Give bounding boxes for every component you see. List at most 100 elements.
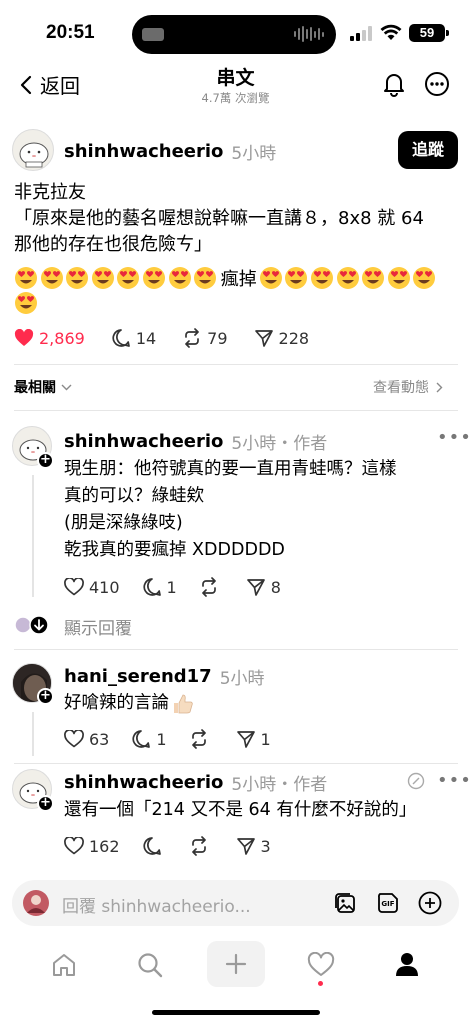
profile-icon[interactable] bbox=[393, 950, 421, 978]
bell-icon[interactable] bbox=[381, 71, 407, 97]
reply-username[interactable]: shinhwacheerio bbox=[64, 431, 223, 452]
add-circle-icon[interactable] bbox=[418, 891, 442, 915]
gallery-icon[interactable] bbox=[333, 891, 357, 915]
dynamic-island bbox=[132, 15, 336, 54]
emoji-row-2 bbox=[14, 291, 40, 315]
like-button[interactable]: 63 bbox=[64, 730, 109, 749]
share-button[interactable]: 8 bbox=[246, 577, 281, 597]
comment-count: 1 bbox=[156, 729, 167, 749]
more-options-icon[interactable] bbox=[424, 71, 450, 97]
reply-actions: 162 3 bbox=[64, 836, 293, 856]
share-button[interactable]: 228 bbox=[254, 328, 309, 348]
share-button[interactable]: 3 bbox=[236, 836, 271, 856]
avatar[interactable] bbox=[12, 129, 54, 171]
follow-plus-icon[interactable]: + bbox=[37, 452, 54, 469]
heart-eyes-emoji-icon bbox=[362, 267, 385, 289]
heart-eyes-emoji-icon bbox=[285, 267, 308, 289]
follow-plus-icon[interactable]: + bbox=[37, 688, 54, 705]
divider bbox=[14, 364, 458, 365]
gif-icon[interactable]: GIF bbox=[376, 891, 400, 915]
like-button[interactable]: 2,869 bbox=[14, 329, 85, 348]
reply-body: 現生朋：他符號真的要一直用青蛙嗎？這樣 真的可以？綠蛙欸 (朋是深綠綠吱) 乾我… bbox=[64, 456, 459, 564]
emoji-row: 瘋掉 bbox=[14, 265, 438, 291]
share-button[interactable]: 1 bbox=[236, 729, 271, 749]
show-replies-link[interactable]: 顯示回覆 bbox=[64, 614, 132, 639]
reply-meta: 5小時 bbox=[219, 669, 265, 689]
reply-input[interactable]: 回覆 shinhwacheerio... bbox=[62, 892, 251, 917]
divider bbox=[14, 649, 458, 650]
heart-eyes-emoji-icon bbox=[413, 267, 436, 289]
like-count: 63 bbox=[89, 729, 110, 749]
share-count: 3 bbox=[260, 836, 271, 856]
send-icon bbox=[236, 729, 256, 749]
emoji-word: 瘋掉 bbox=[220, 269, 257, 290]
follow-plus-icon[interactable]: + bbox=[37, 795, 54, 812]
like-count: 410 bbox=[89, 577, 120, 597]
repost-icon bbox=[199, 577, 219, 597]
reply-header: shinhwacheerio 5小時・作者 bbox=[64, 770, 327, 795]
comment-icon bbox=[142, 577, 162, 597]
my-avatar bbox=[22, 889, 50, 917]
comment-icon bbox=[142, 836, 162, 856]
reply-line: 真的可以？綠蛙欸 bbox=[64, 486, 204, 506]
reply-line: (朋是深綠綠吱) bbox=[64, 513, 183, 533]
repost-button[interactable]: 79 bbox=[182, 328, 228, 348]
heart-eyes-emoji-icon bbox=[66, 267, 89, 289]
recording-indicator-icon bbox=[142, 28, 164, 41]
like-count: 2,869 bbox=[39, 328, 85, 348]
divider bbox=[14, 763, 458, 764]
post-username[interactable]: shinhwacheerio bbox=[64, 141, 223, 162]
wifi-icon bbox=[380, 24, 402, 41]
like-button[interactable]: 410 bbox=[64, 578, 120, 597]
comment-button[interactable] bbox=[142, 836, 167, 856]
battery-icon: 59 bbox=[409, 24, 445, 42]
repost-button[interactable] bbox=[189, 836, 214, 856]
heart-eyes-emoji-icon bbox=[387, 267, 410, 289]
post-line: 那他的存在也很危險ㄘ」 bbox=[14, 234, 212, 255]
comment-button[interactable]: 1 bbox=[142, 577, 177, 597]
share-count: 1 bbox=[260, 729, 271, 749]
repost-button[interactable] bbox=[189, 729, 214, 749]
send-icon bbox=[254, 328, 274, 348]
heart-icon[interactable] bbox=[307, 952, 335, 978]
reply-meta: 5小時・作者 bbox=[231, 434, 328, 454]
reply-header: hani_serend17 5小時 bbox=[64, 664, 265, 689]
search-icon[interactable] bbox=[136, 951, 164, 979]
comment-button[interactable]: 14 bbox=[111, 328, 156, 348]
heart-eyes-emoji-icon bbox=[259, 267, 282, 289]
reply-avatars-stack bbox=[14, 615, 50, 635]
sort-label: 最相關 bbox=[14, 380, 56, 396]
thread-line bbox=[32, 712, 34, 756]
repost-count: 79 bbox=[207, 328, 228, 348]
heart-eyes-emoji-icon bbox=[310, 267, 333, 289]
post-line: 非克拉友 bbox=[14, 182, 86, 203]
like-count: 162 bbox=[89, 836, 120, 856]
heart-eyes-emoji-icon bbox=[117, 267, 140, 289]
thread-line bbox=[32, 475, 34, 597]
more-icon[interactable]: ••• bbox=[437, 770, 471, 791]
heart-eyes-emoji-icon bbox=[168, 267, 191, 289]
heart-icon bbox=[64, 578, 84, 596]
heart-eyes-emoji-icon bbox=[91, 267, 114, 289]
reply-username[interactable]: shinhwacheerio bbox=[64, 772, 223, 793]
reply-line: 乾我真的要瘋掉 XDDDDDD bbox=[64, 540, 285, 560]
reply-username[interactable]: hani_serend17 bbox=[64, 666, 212, 687]
sort-dropdown[interactable]: 最相關 bbox=[14, 377, 72, 397]
reply-line: 好嗆辣的言論 bbox=[64, 693, 169, 713]
comment-icon bbox=[131, 729, 151, 749]
follow-button[interactable]: 追蹤 bbox=[398, 131, 458, 169]
reply-actions: 410 1 8 bbox=[64, 577, 303, 597]
chevron-down-icon bbox=[61, 384, 72, 391]
repost-button[interactable] bbox=[199, 577, 224, 597]
home-icon[interactable] bbox=[50, 951, 78, 979]
thumbs-up-emoji-icon bbox=[171, 693, 195, 715]
view-activity-link[interactable]: 查看動態 bbox=[373, 377, 443, 397]
heart-eyes-emoji-icon bbox=[40, 267, 63, 289]
heart-eyes-emoji-icon bbox=[142, 267, 165, 289]
more-icon[interactable]: ••• bbox=[437, 427, 471, 448]
reply-line: 還有一個「214 又不是 64 有什麼不好說的」 bbox=[64, 800, 417, 820]
like-button[interactable]: 162 bbox=[64, 837, 120, 856]
comment-button[interactable]: 1 bbox=[131, 729, 167, 749]
plus-icon bbox=[224, 952, 248, 976]
reply-meta: 5小時・作者 bbox=[231, 775, 328, 795]
